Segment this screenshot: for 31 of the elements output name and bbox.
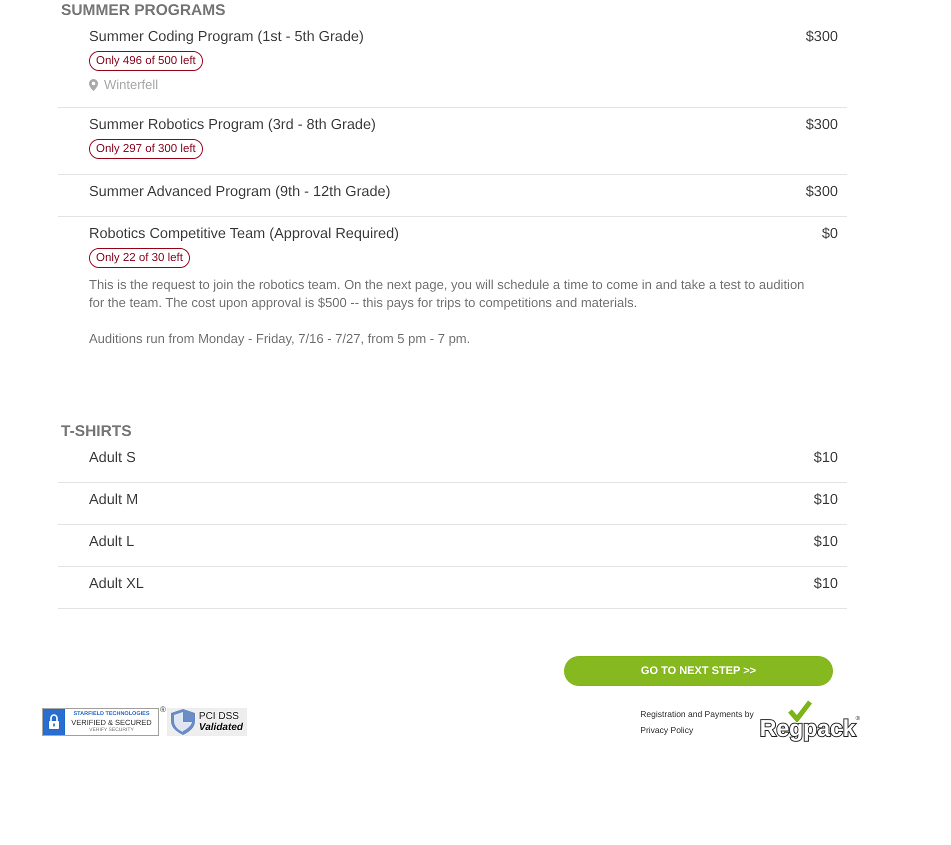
item-name: Summer Advanced Program (9th - 12th Grade) <box>89 183 390 201</box>
credit-text: Registration and Payments by <box>640 709 754 719</box>
section-title: T-SHIRTS <box>60 422 133 441</box>
location-pin-icon <box>89 78 98 90</box>
availability-badge: Only 297 of 300 left <box>89 139 203 159</box>
item-price: $0 <box>822 225 838 244</box>
privacy-policy-link[interactable]: Privacy Policy <box>640 725 754 735</box>
item-name: Summer Coding Program (1st - 5th Grade) <box>89 28 364 46</box>
item-price: $10 <box>814 491 838 509</box>
item-name: Adult S <box>89 449 136 467</box>
seal-text: Validated <box>198 722 243 733</box>
item-price: $300 <box>806 28 838 47</box>
item-price: $10 <box>814 533 838 551</box>
shield-icon <box>170 709 195 735</box>
section-title: SUMMER PROGRAMS <box>60 1 226 20</box>
item-name: Robotics Competitive Team (Approval Required) <box>89 225 400 243</box>
seal-text: PCI DSS <box>198 711 240 722</box>
location-text: Winterfell <box>104 77 158 92</box>
item-price: $300 <box>806 116 838 135</box>
item-name: Adult XL <box>89 575 144 593</box>
item-price: $10 <box>814 449 838 467</box>
availability-badge: Only 22 of 30 left <box>89 248 190 268</box>
item-price: $10 <box>814 575 838 593</box>
registered-mark: ® <box>160 705 166 714</box>
item-name: Adult L <box>89 533 134 551</box>
item-name: Adult M <box>89 491 138 509</box>
item-name: Summer Robotics Program (3rd - 8th Grade) <box>89 116 376 134</box>
item-description: This is the request to join the robotics team. On the next page, you will schedule a time to come in and take a test to audition for the team. The cost upon approval is $500 -- this pays for trips to competitions and materials. <box>89 276 806 312</box>
item-description: Auditions run from Monday - Friday, 7/16 - 7/27, from 5 pm - 7 pm. <box>89 330 470 348</box>
availability-badge: Only 496 of 500 left <box>89 51 203 71</box>
item-price: $300 <box>806 183 838 201</box>
